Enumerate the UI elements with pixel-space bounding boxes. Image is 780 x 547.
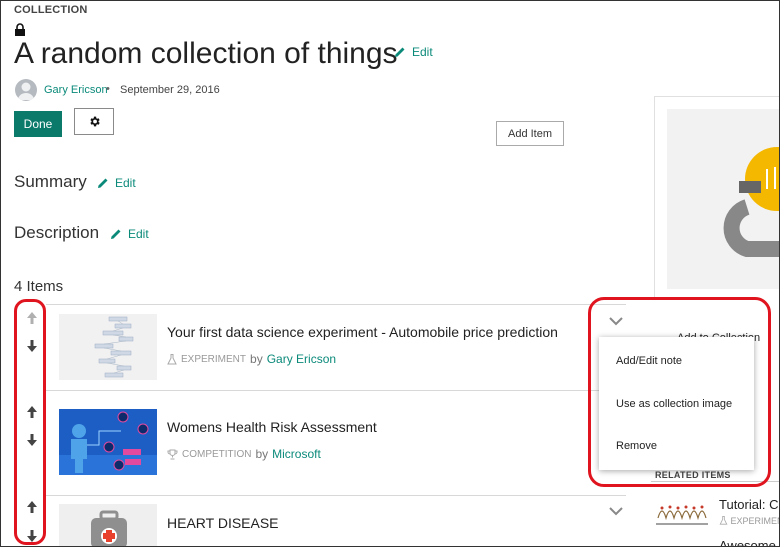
item-meta: EXPERIMENT by Gary Ericson [167,352,336,366]
page-frame: COLLECTION A random collection of things… [0,0,780,547]
item-title[interactable]: Your first data science experiment - Aut… [167,324,558,340]
related-item-type: EXPERIMENT [719,516,779,526]
highlight-annotation-reorder-arrows [14,299,46,545]
description-heading: Description [14,223,100,242]
pencil-icon [111,229,121,239]
related-item-title-next[interactable]: Awesome [719,538,776,546]
row-divider [46,390,626,391]
item-type: EXPERIMENT [181,353,247,365]
edit-label: Edit [115,176,136,190]
row-divider [46,495,626,496]
item-thumbnail[interactable] [59,314,157,380]
item-title[interactable]: HEART DISEASE [167,515,279,531]
item-by: by [250,352,263,366]
item-type: COMPETITION [182,448,252,460]
flask-icon [719,516,728,525]
highlight-annotation-context-menu [588,297,771,487]
gear-icon [89,116,100,127]
chevron-down-icon[interactable] [609,506,623,516]
item-thumbnail[interactable] [59,409,157,475]
flask-icon [167,353,177,364]
done-button[interactable]: Done [14,111,62,137]
item-by: by [255,447,269,461]
summary-edit-link[interactable]: Edit [97,176,136,190]
meta-separator: • [106,83,110,95]
items-count: 4 Items [14,278,64,295]
collection-label: COLLECTION [14,4,88,16]
trophy-icon [167,449,178,459]
pencil-icon [98,178,108,188]
description-edit-link[interactable]: Edit [110,227,149,241]
summary-heading: Summary [14,172,87,191]
lock-icon [15,23,25,36]
item-owner-link[interactable]: Microsoft [272,447,321,461]
avatar[interactable] [15,79,37,101]
row-divider [46,304,626,305]
add-item-button[interactable]: Add Item [496,121,564,146]
title-edit-link[interactable]: Edit [394,45,433,59]
lightbulb-icon[interactable] [667,109,780,289]
edit-label: Edit [128,227,149,241]
created-date: September 29, 2016 [120,84,220,96]
related-item-title[interactable]: Tutorial: Cr [719,497,779,512]
item-owner-link[interactable]: Gary Ericson [267,352,336,366]
item-thumbnail[interactable] [59,504,157,546]
user-icon [18,82,34,100]
item-title[interactable]: Womens Health Risk Assessment [167,419,377,435]
related-item-type-label: EXPERIMENT [730,516,779,526]
pencil-icon [395,47,405,57]
related-thumbnail[interactable] [656,498,708,528]
author-link[interactable]: Gary Ericson [44,84,108,96]
item-meta: COMPETITION by Microsoft [167,447,321,461]
page-title: A random collection of things [14,37,398,70]
settings-button[interactable] [74,108,114,135]
edit-label: Edit [412,45,433,59]
